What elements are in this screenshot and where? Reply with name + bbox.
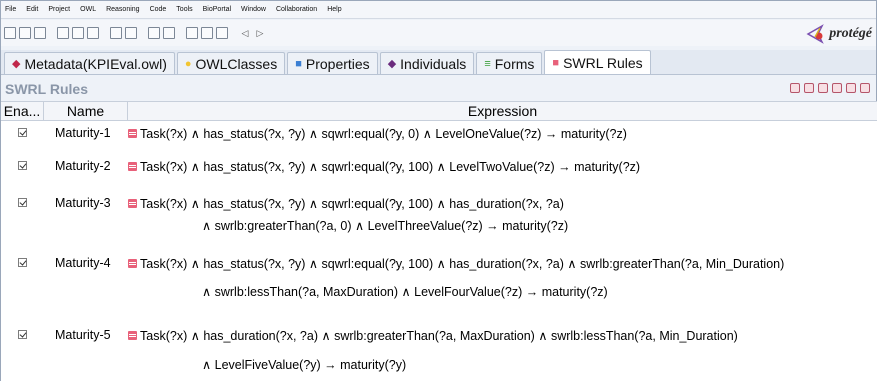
swrl-rule-icon — [128, 259, 137, 268]
menu-owl[interactable]: OWL — [80, 6, 96, 13]
find-prev-icon[interactable] — [216, 27, 228, 39]
table-row[interactable]: Maturity-5 Task(?x) ∧ has_duration(?x, ?… — [1, 325, 877, 381]
enabled-checkbox[interactable] — [18, 330, 27, 339]
tab-properties[interactable]: ■ Properties — [287, 52, 378, 74]
new-project-icon[interactable] — [4, 27, 16, 39]
tab-label: Individuals — [400, 55, 467, 72]
rule-expression-line: Task(?x) ∧ has_status(?x, ?y) ∧ sqwrl:eq… — [140, 160, 641, 174]
export-icon[interactable] — [125, 27, 137, 39]
tab-swrl-rules[interactable]: ■ SWRL Rules — [544, 50, 651, 74]
column-header-enabled[interactable]: Ena... — [1, 102, 44, 120]
table-row[interactable]: Maturity-1 Task(?x) ∧ has_status(?x, ?y)… — [1, 123, 877, 149]
tab-label: Properties — [305, 55, 370, 72]
rule-expression-line: Task(?x) ∧ has_status(?x, ?y) ∧ sqwrl:eq… — [140, 257, 785, 271]
menu-help[interactable]: Help — [327, 6, 341, 13]
cut-icon[interactable] — [57, 27, 69, 39]
rule-expression-continuation: ∧ LevelFiveValue(?y) → maturity(?y) — [202, 358, 407, 372]
menu-tools[interactable]: Tools — [176, 6, 192, 13]
rule-name: Maturity-3 — [55, 196, 111, 210]
individual-diamond-icon: ◆ — [387, 58, 397, 70]
swrl-rule-icon: ■ — [552, 56, 560, 69]
rule-name: Maturity-1 — [55, 126, 111, 140]
tab-bar: ◆ Metadata(KPIEval.owl) ● OWLClasses ■ P… — [1, 50, 876, 75]
table-row[interactable]: Maturity-3 Task(?x) ∧ has_status(?x, ?y)… — [1, 193, 877, 239]
panel-header: SWRL Rules — [1, 77, 876, 100]
rule-expression[interactable]: Task(?x) ∧ has_status(?x, ?y) ∧ sqwrl:eq… — [128, 253, 877, 305]
menu-bioportal[interactable]: BioPortal — [203, 6, 231, 13]
rule-expression-continuation: ∧ swrlb:greaterThan(?a, 0) ∧ LevelThreeV… — [202, 219, 569, 233]
menu-project[interactable]: Project — [48, 6, 70, 13]
edit-rule-icon[interactable] — [804, 83, 814, 93]
metadata-diamond-icon: ◆ — [12, 58, 21, 70]
rule-expression-continuation: ∧ swrlb:lessThan(?a, MaxDuration) ∧ Leve… — [202, 285, 608, 299]
rule-expression[interactable]: Task(?x) ∧ has_status(?x, ?y) ∧ sqwrl:eq… — [128, 156, 877, 182]
import-icon[interactable] — [110, 27, 122, 39]
class-circle-icon: ● — [184, 57, 192, 70]
redo-icon[interactable] — [163, 27, 175, 39]
rule-expression-line: Task(?x) ∧ has_status(?x, ?y) ∧ sqwrl:eq… — [140, 127, 627, 141]
rule-name: Maturity-2 — [55, 159, 111, 173]
table-header: Ena... Name Expression — [1, 102, 877, 121]
undo-icon[interactable] — [148, 27, 160, 39]
tab-metadata[interactable]: ◆ Metadata(KPIEval.owl) — [4, 52, 175, 74]
swrl-rule-icon — [128, 199, 137, 208]
swrl-rule-icon — [128, 162, 137, 171]
protege-logo: protégé — [806, 23, 872, 45]
paste-icon[interactable] — [87, 27, 99, 39]
copy-rule-icon[interactable] — [818, 83, 828, 93]
copy-icon[interactable] — [72, 27, 84, 39]
back-arrow-icon[interactable]: ◁ — [239, 27, 251, 39]
find-next-icon[interactable] — [201, 27, 213, 39]
enabled-checkbox[interactable] — [18, 128, 27, 137]
delete-rule-icon[interactable] — [832, 83, 842, 93]
enabled-checkbox[interactable] — [18, 258, 27, 267]
enabled-checkbox[interactable] — [18, 161, 27, 170]
toolbar: ◁ ▷ protégé — [1, 20, 876, 46]
menu-bar: File Edit Project OWL Reasoning Code Too… — [1, 1, 876, 19]
forms-lines-icon: ≡ — [484, 57, 491, 70]
swrl-rule-icon — [128, 331, 137, 340]
tab-label: SWRL Rules — [563, 54, 643, 71]
menu-window[interactable]: Window — [241, 6, 266, 13]
rule-help-icon[interactable] — [860, 83, 870, 93]
open-project-icon[interactable] — [19, 27, 31, 39]
rule-name: Maturity-4 — [55, 256, 111, 270]
tab-individuals[interactable]: ◆ Individuals — [379, 52, 475, 74]
rule-expression-line: Task(?x) ∧ has_status(?x, ?y) ∧ sqwrl:eq… — [140, 197, 564, 211]
enabled-checkbox[interactable] — [18, 198, 27, 207]
panel-toolbar — [786, 83, 870, 93]
rule-name: Maturity-5 — [55, 328, 111, 342]
menu-code[interactable]: Code — [150, 6, 167, 13]
protege-logo-icon — [806, 24, 825, 44]
forward-arrow-icon[interactable]: ▷ — [254, 27, 266, 39]
table-row[interactable]: Maturity-4 Task(?x) ∧ has_status(?x, ?y)… — [1, 253, 877, 305]
rule-expression[interactable]: Task(?x) ∧ has_status(?x, ?y) ∧ sqwrl:eq… — [128, 193, 877, 239]
rule-expression[interactable]: Task(?x) ∧ has_status(?x, ?y) ∧ sqwrl:eq… — [128, 123, 877, 149]
tab-owlclasses[interactable]: ● OWLClasses — [176, 52, 286, 74]
tab-label: OWLClasses — [195, 55, 278, 72]
rule-options-icon[interactable] — [846, 83, 856, 93]
swrl-rule-icon — [128, 129, 137, 138]
rule-expression[interactable]: Task(?x) ∧ has_duration(?x, ?a) ∧ swrlb:… — [128, 325, 877, 381]
menu-edit[interactable]: Edit — [26, 6, 38, 13]
tab-forms[interactable]: ≡ Forms — [476, 52, 543, 74]
rule-expression-line: Task(?x) ∧ has_duration(?x, ?a) ∧ swrlb:… — [140, 329, 738, 343]
tab-label: Metadata(KPIEval.owl) — [24, 55, 167, 72]
panel-title: SWRL Rules — [5, 80, 88, 97]
table-row[interactable]: Maturity-2 Task(?x) ∧ has_status(?x, ?y)… — [1, 156, 877, 182]
save-project-icon[interactable] — [34, 27, 46, 39]
protege-window: File Edit Project OWL Reasoning Code Too… — [0, 0, 877, 381]
menu-reasoning[interactable]: Reasoning — [106, 6, 139, 13]
menu-collaboration[interactable]: Collaboration — [276, 6, 317, 13]
property-rect-icon: ■ — [295, 57, 302, 70]
find-icon[interactable] — [186, 27, 198, 39]
create-rule-icon[interactable] — [790, 83, 800, 93]
column-header-expression[interactable]: Expression — [128, 102, 877, 120]
menu-file[interactable]: File — [5, 6, 16, 13]
swrl-rules-table: Ena... Name Expression Maturity-1 Task(?… — [1, 101, 877, 381]
column-header-name[interactable]: Name — [44, 102, 128, 120]
protege-logo-text: protégé — [829, 26, 872, 41]
tab-label: Forms — [494, 55, 535, 72]
